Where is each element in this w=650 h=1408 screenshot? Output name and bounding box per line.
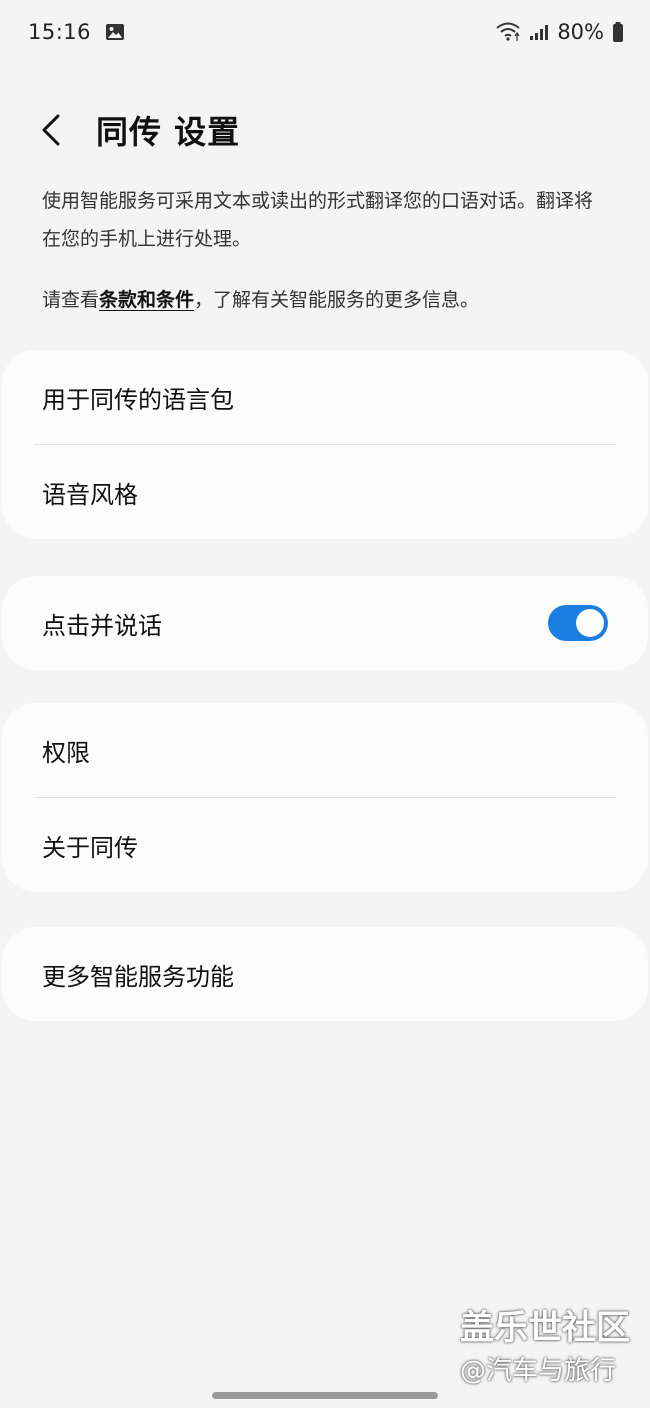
- tap-to-talk-toggle[interactable]: [548, 605, 608, 641]
- toggle-knob: [576, 609, 604, 637]
- permissions-item[interactable]: 权限: [2, 703, 648, 797]
- image-icon: [105, 22, 125, 42]
- status-bar: 15:16 80%: [0, 0, 650, 64]
- terms-suffix: ，了解有关智能服务的更多信息。: [194, 289, 480, 311]
- description-text: 使用智能服务可采用文本或读出的形式翻译您的口语对话。翻译将在您的手机上进行处理。: [42, 190, 594, 250]
- status-right: 80%: [495, 20, 624, 44]
- settings-screen: 15:16 80% 同传 设置 使用智能服务可采用文本或读出的形式翻译您的口语对…: [0, 0, 650, 1408]
- tap-to-talk-item[interactable]: 点击并说话: [2, 576, 648, 670]
- voice-style-item[interactable]: 语音风格: [2, 445, 648, 539]
- tap-to-talk-label: 点击并说话: [42, 611, 162, 640]
- page-title: 同传 设置: [96, 113, 241, 151]
- permissions-label: 权限: [42, 738, 90, 767]
- voice-style-label: 语音风格: [42, 480, 138, 509]
- battery-percentage: 80%: [557, 20, 604, 44]
- language-pack-label: 用于同传的语言包: [42, 385, 234, 414]
- battery-icon: [612, 21, 624, 43]
- wifi-icon: [495, 21, 521, 43]
- signal-icon: [529, 23, 549, 41]
- more-features-item[interactable]: 更多智能服务功能: [2, 927, 648, 1021]
- watermark-handle: @汽车与旅行: [460, 1356, 617, 1386]
- status-left: 15:16: [28, 20, 125, 44]
- more-features-label: 更多智能服务功能: [42, 962, 234, 991]
- language-pack-item[interactable]: 用于同传的语言包: [2, 350, 648, 444]
- permissions-about-card: 权限 关于同传: [2, 703, 648, 892]
- more-features-card: 更多智能服务功能: [2, 927, 648, 1021]
- watermark-brand: 盖乐世社区: [460, 1308, 630, 1348]
- home-indicator[interactable]: [212, 1392, 438, 1399]
- about-item[interactable]: 关于同传: [2, 798, 648, 892]
- status-time: 15:16: [28, 20, 92, 44]
- chevron-left-icon: [40, 113, 62, 147]
- terms-line: 请查看条款和条件，了解有关智能服务的更多信息。: [42, 281, 612, 319]
- tap-to-talk-card: 点击并说话: [2, 576, 648, 670]
- header: 同传 设置: [30, 100, 240, 160]
- language-voice-card: 用于同传的语言包 语音风格: [2, 350, 648, 539]
- terms-link[interactable]: 条款和条件: [99, 289, 194, 311]
- back-button[interactable]: [30, 100, 80, 160]
- about-label: 关于同传: [42, 833, 138, 862]
- terms-prefix: 请查看: [42, 289, 100, 311]
